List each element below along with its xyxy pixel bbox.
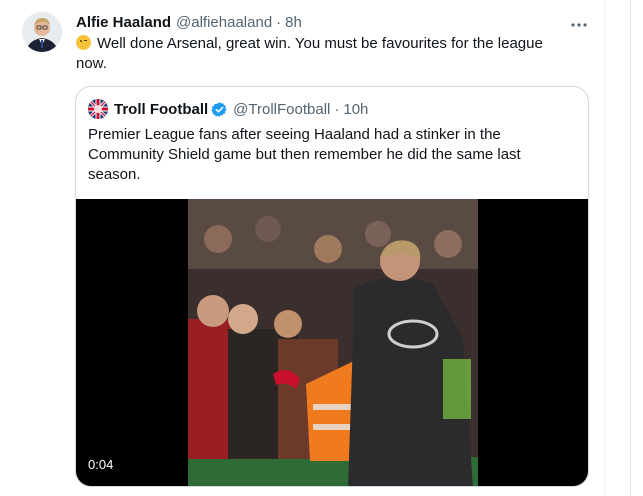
quoted-header-separator: ·: [334, 100, 340, 118]
video-frame: [188, 199, 478, 486]
quoted-tweet-text: Premier League fans after seeing Haaland…: [88, 126, 521, 183]
tweet-time[interactable]: 8h: [285, 14, 302, 31]
more-horizontal-icon: [571, 14, 587, 30]
verified-badge-icon: [211, 101, 228, 118]
quoted-author-name[interactable]: Troll Football: [114, 101, 208, 118]
quoted-tweet-header: Troll Football @TrollFootball · 10h: [114, 99, 368, 119]
quoted-tweet[interactable]: Troll Football @TrollFootball · 10h Prem…: [75, 86, 589, 487]
more-options-button[interactable]: [566, 12, 592, 32]
tweet-text-content: Well done Arsenal, great win. You must b…: [76, 35, 543, 72]
tweet-header: Alfie Haaland @alfiehaaland · 8h: [76, 12, 302, 32]
scrollbar-track[interactable]: [630, 0, 643, 496]
tweet[interactable]: Alfie Haaland @alfiehaaland · 8h Well do…: [0, 0, 605, 496]
video-player[interactable]: 0:04: [76, 199, 588, 486]
author-avatar[interactable]: [22, 12, 62, 52]
author-handle[interactable]: @alfiehaaland: [176, 14, 272, 31]
video-timestamp: 0:04: [84, 455, 118, 474]
author-name[interactable]: Alfie Haaland: [76, 14, 171, 31]
quoted-tweet-time[interactable]: 10h: [343, 101, 368, 118]
header-separator: ·: [276, 13, 282, 31]
quoted-author-handle[interactable]: @TrollFootball: [233, 101, 330, 118]
tweet-text: Well done Arsenal, great win. You must b…: [76, 34, 576, 74]
quoted-author-avatar[interactable]: [88, 99, 108, 119]
winking-face-icon: [76, 35, 91, 50]
